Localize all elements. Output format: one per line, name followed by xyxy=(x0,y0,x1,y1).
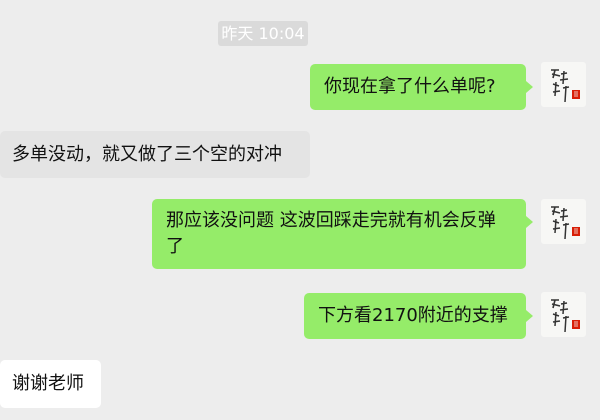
message-text: 下方看2170附近的支撑 xyxy=(318,305,508,326)
bubble-tail xyxy=(526,81,533,93)
message-text: 谢谢老师 xyxy=(12,373,84,394)
chat-timestamp: 昨天 10:04 xyxy=(218,21,308,46)
user-avatar[interactable] xyxy=(541,199,586,244)
message-bubble-outgoing[interactable]: 那应该没问题 这波回踩走完就有机会反弹了 xyxy=(152,199,526,269)
message-bubble-outgoing[interactable]: 下方看2170附近的支撑 xyxy=(304,293,526,339)
message-bubble-outgoing[interactable]: 你现在拿了什么单呢? xyxy=(310,64,526,110)
bubble-tail xyxy=(526,310,533,322)
message-text: 你现在拿了什么单呢? xyxy=(324,76,496,97)
calligraphy-avatar-icon xyxy=(551,206,580,240)
message-text: 那应该没问题 这波回踩走完就有机会反弹了 xyxy=(166,210,496,257)
user-avatar[interactable] xyxy=(541,62,586,107)
message-bubble-incoming[interactable]: 谢谢老师 xyxy=(0,360,101,408)
user-avatar[interactable] xyxy=(541,292,586,337)
message-text: 多单没动，就又做了三个空的对冲 xyxy=(12,144,282,165)
calligraphy-avatar-icon xyxy=(551,299,580,333)
message-bubble-incoming[interactable]: 多单没动，就又做了三个空的对冲 xyxy=(0,131,310,178)
calligraphy-avatar-icon xyxy=(551,69,580,103)
bubble-tail xyxy=(526,216,533,228)
